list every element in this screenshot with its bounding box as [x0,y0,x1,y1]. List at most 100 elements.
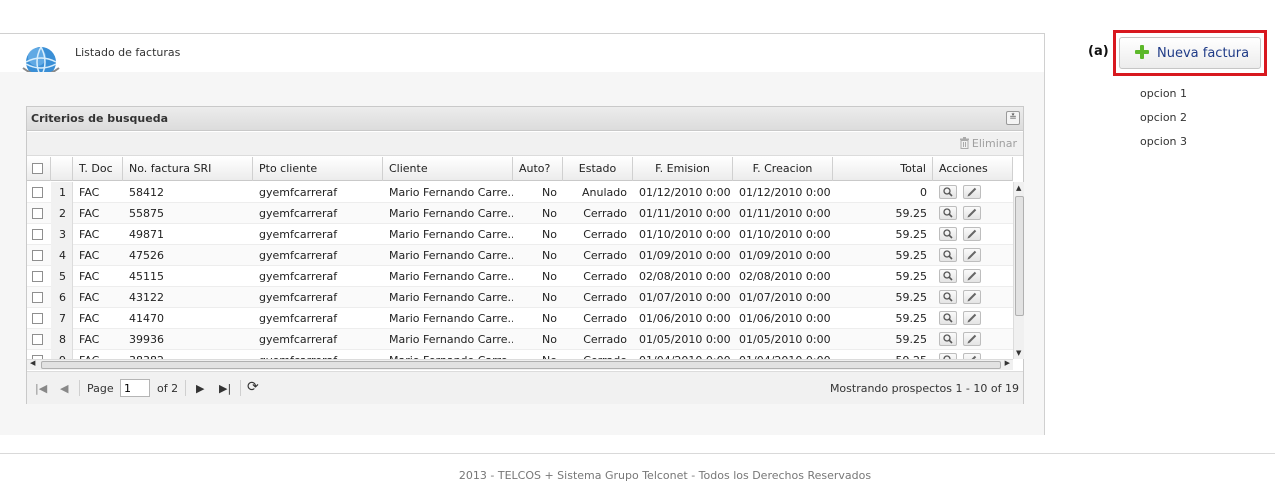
cell-f-creacion: 01/04/2010 0:00 [733,350,833,359]
row-checkbox[interactable] [27,182,51,203]
cell-actions [933,245,1013,266]
cell-factura: 47526 [129,249,164,262]
cell-auto: No [542,312,557,325]
prev-page-icon[interactable]: ◀ [60,382,68,395]
row-number: 5 [51,266,73,287]
edit-icon[interactable] [963,185,981,199]
cell-f-emision: 01/07/2010 0:00 [639,291,731,304]
cell-cliente: Mario Fernando Carre... [389,270,513,283]
option-link-1[interactable]: opcion 1 [1140,87,1187,100]
header-pto-cliente[interactable]: Pto cliente [253,157,383,181]
vertical-scrollbar[interactable]: ▲ ▼ [1013,182,1024,359]
header-f-creacion[interactable]: F. Creacion [733,157,833,181]
row-checkbox[interactable] [27,245,51,266]
last-page-icon[interactable]: ▶| [219,382,231,395]
cell-estado: Cerrado [583,270,627,283]
delete-button[interactable]: Eliminar [959,137,1017,150]
table-row[interactable]: 4 FAC 47526 gyemfcarreraf Mario Fernando Car… [27,245,1013,266]
cell-factura: 39936 [129,333,164,346]
header-tdoc[interactable]: T. Doc [73,157,123,181]
table-row[interactable]: 2 FAC 55875 gyemfcarreraf Mario Fernando Car… [27,203,1013,224]
cell-auto: No [542,291,557,304]
edit-icon[interactable] [963,206,981,220]
edit-icon[interactable] [963,332,981,346]
edit-icon[interactable] [963,269,981,283]
cell-tdoc: FAC [79,270,100,283]
cell-auto: No [542,249,557,262]
table-row[interactable]: 1 FAC 58412 gyemfcarreraf Mario Fernando Car… [27,182,1013,203]
cell-estado: Cerrado [563,350,633,359]
cell-auto: No [542,270,557,283]
cell-pto-cliente: gyemfcarreraf [259,333,338,346]
select-all-checkbox[interactable] [27,157,51,181]
grid-title-bar: Criterios de busqueda ≛ [27,107,1023,131]
table-row[interactable]: 5 FAC 45115 gyemfcarreraf Mario Fernando Car… [27,266,1013,287]
search-icon[interactable] [939,227,957,241]
page-of-label: of 2 [157,382,179,395]
page-number-input[interactable] [120,379,150,397]
search-icon[interactable] [939,248,957,262]
header-total[interactable]: Total [833,157,933,181]
footer-text: 2013 - TELCOS + Sistema Grupo Telconet -… [458,469,872,482]
edit-icon[interactable] [963,227,981,241]
cell-tdoc: FAC [79,249,100,262]
header-factura[interactable]: No. factura SRI [123,157,253,181]
option-link-3[interactable]: opcion 3 [1140,135,1187,148]
table-row[interactable]: 6 FAC 43122 gyemfcarreraf Mario Fernando Car… [27,287,1013,308]
cell-pto-cliente: gyemfcarreraf [259,228,338,241]
header-acciones: Acciones [933,157,1013,181]
header-estado[interactable]: Estado [563,157,633,181]
cell-pto-cliente: gyemfcarreraf [253,350,383,359]
cell-estado: Cerrado [583,207,627,220]
cell-actions [933,224,1013,245]
collapse-icon[interactable]: ≛ [1006,111,1020,125]
cell-estado: Anulado [582,186,627,199]
table-row[interactable]: 3 FAC 49871 gyemfcarreraf Mario Fernando Car… [27,224,1013,245]
search-icon[interactable] [939,290,957,304]
edit-icon[interactable] [963,290,981,304]
row-checkbox[interactable] [27,224,51,245]
footer-divider [0,453,1275,454]
edit-icon[interactable] [963,248,981,262]
header-cliente[interactable]: Cliente [383,157,513,181]
paging-toolbar: |◀ ◀ Page of 2 ▶ ▶| ⟳ Mostrando prospect… [27,371,1023,404]
cell-f-creacion: 01/05/2010 0:00 [739,333,831,346]
new-invoice-button[interactable]: Nueva factura [1119,37,1261,69]
cell-pto-cliente: gyemfcarreraf [259,249,338,262]
row-number: 6 [51,287,73,308]
header-f-emision[interactable]: F. Emision [633,157,733,181]
row-checkbox[interactable] [27,287,51,308]
search-icon[interactable] [939,311,957,325]
row-checkbox[interactable] [27,203,51,224]
search-icon[interactable] [939,206,957,220]
annotation-marker: (a) [1088,44,1109,59]
search-icon[interactable] [939,332,957,346]
row-checkbox[interactable] [27,350,51,359]
next-page-icon[interactable]: ▶ [196,382,204,395]
cell-auto: No [542,186,557,199]
search-icon[interactable] [939,269,957,283]
cell-cliente: Mario Fernando Carre... [383,350,513,359]
first-page-icon[interactable]: |◀ [35,382,47,395]
row-checkbox[interactable] [27,266,51,287]
row-number: 7 [51,308,73,329]
cell-estado: Cerrado [583,228,627,241]
cell-f-creacion: 01/11/2010 0:00 [739,207,831,220]
row-checkbox[interactable] [27,308,51,329]
trash-icon [959,137,969,149]
plus-icon [1135,45,1149,59]
row-checkbox[interactable] [27,329,51,350]
option-link-2[interactable]: opcion 2 [1140,111,1187,124]
cell-f-creacion: 01/10/2010 0:00 [739,228,831,241]
horizontal-scrollbar[interactable]: ◀ ▶ [27,359,1013,370]
grid-title: Criterios de busqueda [31,112,168,125]
search-icon[interactable] [939,185,957,199]
refresh-icon[interactable]: ⟳ [247,379,259,395]
header-auto[interactable]: Auto? [513,157,563,181]
edit-icon[interactable] [963,311,981,325]
table-row[interactable]: 9FAC38382gyemfcarrerafMario Fernando Car… [27,350,1013,359]
table-row[interactable]: 7 FAC 41470 gyemfcarreraf Mario Fernando Car… [27,308,1013,329]
table-row[interactable]: 8 FAC 39936 gyemfcarreraf Mario Fernando Car… [27,329,1013,350]
cell-factura: 43122 [129,291,164,304]
cell-f-emision: 01/12/2010 0:00 [639,186,731,199]
